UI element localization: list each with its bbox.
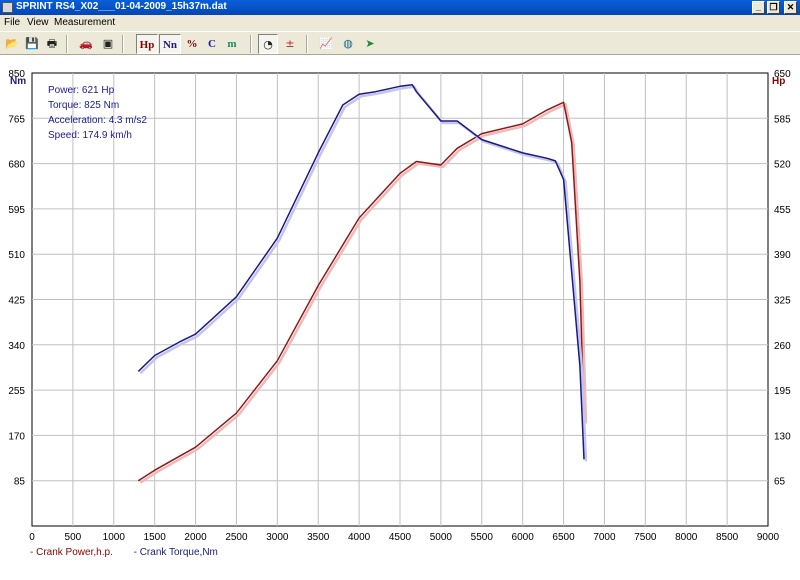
app-icon	[2, 2, 13, 13]
x-axis-ticks: 0 500 1000 1500 2000 2500 3000 3500 4000 4500 5000…	[29, 532, 779, 543]
x-tick-label: 7000	[593, 532, 616, 543]
c-button[interactable]: C	[202, 34, 222, 54]
legend-torque: - Crank Torque,Nm	[133, 547, 218, 558]
plus-percent-icon[interactable]: ±	[280, 34, 300, 54]
x-tick-label: 1500	[144, 532, 167, 543]
m-button[interactable]: m	[222, 34, 242, 54]
x-tick-label: 4500	[389, 532, 412, 543]
toolbar-separator	[66, 35, 68, 53]
toolbar-separator	[306, 35, 308, 53]
power-readout: Power: 621 Hp	[48, 85, 115, 96]
x-tick-label: 6000	[512, 532, 535, 543]
right-tick-label: 195	[774, 386, 791, 397]
menu-view[interactable]: View	[27, 17, 49, 28]
x-tick-label: 9000	[757, 532, 780, 543]
title-bar[interactable]: SPRINT RS4_X02___01-04-2009_15h37m.dat _…	[0, 0, 800, 15]
right-tick-label: 520	[774, 160, 791, 171]
x-tick-label: 8500	[716, 532, 739, 543]
acceleration-readout: Acceleration: 4.3 m/s2	[48, 115, 147, 126]
dyno-chart-area: 0 500 1000 1500 2000 2500 3000 3500 4000 4500 5000…	[0, 55, 800, 580]
left-axis-ticks: 85170255340425510595680765850	[8, 69, 25, 488]
menu-bar: File View Measurement	[0, 15, 800, 30]
left-tick-label: 170	[8, 431, 25, 442]
x-tick-label: 3000	[266, 532, 289, 543]
toolbar: 📂 💾 🖶 🚗 ▣ Hp Nn % C m ◔ ± 📈 ◍ ➤	[0, 31, 800, 55]
x-tick-label: 8000	[675, 532, 698, 543]
restore-button[interactable]: ❐	[767, 1, 780, 14]
percent-button[interactable]: %	[182, 34, 202, 54]
nm-toggle-button[interactable]: Nn	[159, 34, 181, 54]
globe-icon[interactable]: ◍	[338, 34, 358, 54]
open-folder-icon[interactable]: 📂	[2, 34, 22, 54]
series-shadow	[139, 103, 588, 484]
readout-panel: Power: 621 Hp Torque: 825 Nm Acceleratio…	[48, 83, 147, 143]
print-icon[interactable]: 🖶	[42, 34, 62, 54]
x-tick-label: 3500	[307, 532, 330, 543]
x-tick-label: 5000	[430, 532, 453, 543]
menu-measurement[interactable]: Measurement	[54, 17, 115, 28]
x-tick-label: 2500	[225, 532, 248, 543]
chart-lines	[137, 83, 588, 484]
right-tick-label: 390	[774, 250, 791, 261]
car-icon[interactable]: 🚗	[76, 34, 96, 54]
right-tick-label: 585	[774, 114, 791, 125]
torque-series-line	[137, 83, 585, 460]
x-tick-label: 500	[65, 532, 82, 543]
power-series-line	[137, 101, 585, 482]
series-shadow	[139, 85, 588, 462]
left-tick-label: 510	[8, 250, 25, 261]
x-tick-label: 7500	[634, 532, 657, 543]
menu-file[interactable]: File	[4, 17, 20, 28]
x-tick-label: 5500	[471, 532, 494, 543]
graph-icon[interactable]: 📈	[316, 34, 336, 54]
hp-toggle-button[interactable]: Hp	[136, 34, 158, 54]
left-tick-label: 595	[8, 205, 25, 216]
right-tick-label: 65	[774, 477, 786, 488]
x-tick-label: 6500	[552, 532, 575, 543]
left-tick-label: 425	[8, 296, 25, 307]
close-button[interactable]: ✕	[784, 1, 797, 14]
x-tick-label: 2000	[184, 532, 207, 543]
right-axis-ticks: 65130195260325390455520585650	[774, 69, 791, 488]
minimize-button[interactable]: _	[752, 1, 765, 14]
left-tick-label: 680	[8, 160, 25, 171]
sprint-dyno-window: SPRINT RS4_X02___01-04-2009_15h37m.dat _…	[0, 0, 800, 580]
legend-power: - Crank Power,h.p.	[30, 547, 113, 558]
export-icon[interactable]: ➤	[360, 34, 380, 54]
x-tick-label: 0	[29, 532, 35, 543]
torque-readout: Torque: 825 Nm	[48, 100, 120, 111]
right-tick-label: 455	[774, 205, 791, 216]
toolbar-separator	[122, 35, 124, 53]
speed-readout: Speed: 174.9 km/h	[48, 130, 132, 141]
left-axis-unit: Nm	[10, 76, 26, 87]
left-tick-label: 255	[8, 386, 25, 397]
right-tick-label: 130	[774, 431, 791, 442]
x-tick-label: 1000	[103, 532, 126, 543]
save-icon[interactable]: 💾	[22, 34, 42, 54]
right-tick-label: 260	[774, 341, 791, 352]
chart-legend: - Crank Power,h.p. - Crank Torque,Nm	[30, 547, 218, 558]
right-tick-label: 325	[774, 296, 791, 307]
left-tick-label: 340	[8, 341, 25, 352]
left-tick-label: 85	[14, 477, 26, 488]
right-axis-unit: Hp	[772, 76, 785, 87]
chart-window-icon[interactable]: ▣	[98, 34, 118, 54]
gauge-icon[interactable]: ◔	[258, 34, 278, 54]
window-title: SPRINT RS4_X02___01-04-2009_15h37m.dat	[16, 1, 227, 12]
toolbar-separator	[250, 35, 252, 53]
left-tick-label: 765	[8, 114, 25, 125]
x-tick-label: 4000	[348, 532, 371, 543]
